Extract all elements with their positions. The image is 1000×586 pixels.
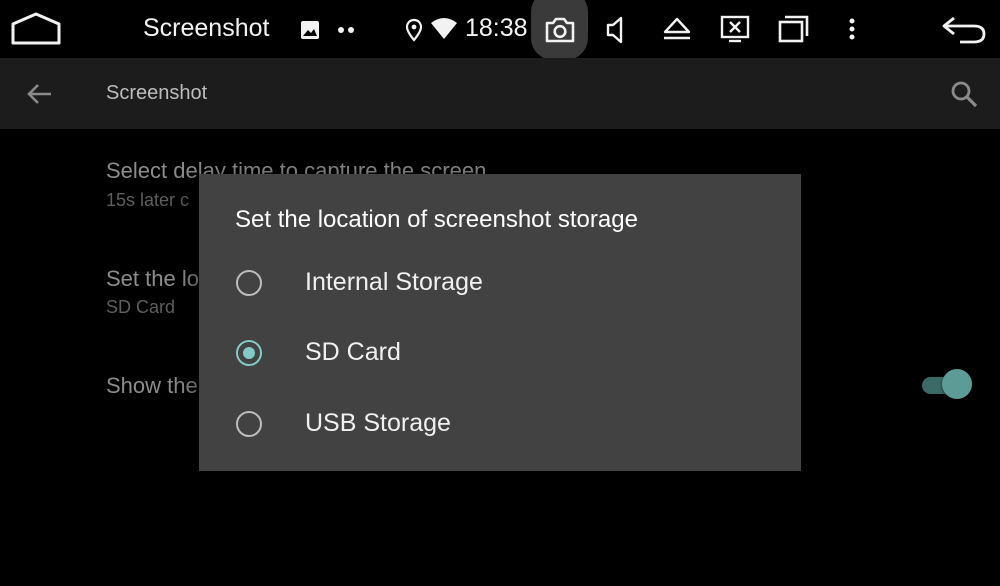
action-bar: Screenshot [0,58,1000,129]
switch-thumb [942,369,972,399]
search-icon [951,81,978,108]
nav-back-button[interactable] [940,14,988,46]
pref-summary: SD Card [106,297,176,317]
back-nav-icon [942,16,986,44]
eject-button[interactable] [661,15,693,43]
home-button[interactable] [10,12,62,46]
up-button[interactable] [24,78,56,110]
dialog-title: Set the location of screenshot storage [235,206,638,233]
option-internal-storage[interactable]: Internal Storage [199,250,801,320]
status-app-title: Screenshot [143,14,270,42]
option-label: Internal Storage [305,268,483,296]
overflow-menu-button[interactable] [842,15,862,43]
radio-button[interactable] [236,411,262,437]
screenshot-button[interactable] [544,16,576,44]
page-title: Screenshot [106,82,208,104]
recent-apps-icon [778,15,809,43]
more-dots-icon [336,20,358,40]
screen-cancel-icon [720,15,750,43]
back-arrow-icon [27,84,51,104]
eject-icon [663,17,691,40]
option-label: SD Card [305,338,401,366]
pref-title: Set the lo [106,266,199,291]
image-icon [300,20,320,40]
camera-icon [545,17,575,43]
pref-summary: 15s later c [106,190,190,210]
pref-title: Show the [106,373,198,398]
recent-apps-button[interactable] [777,14,811,44]
option-usb-storage[interactable]: USB Storage [199,391,801,461]
overflow-menu-icon [849,18,855,40]
status-bar: Screenshot 18:38 [0,0,1000,60]
clock: 18:38 [465,14,528,42]
option-label: USB Storage [305,409,451,437]
volume-button[interactable] [604,14,630,46]
home-icon [11,12,61,45]
volume-icon [606,16,623,44]
radio-button[interactable] [236,270,262,296]
radio-dot [242,346,255,359]
location-icon [405,18,423,42]
radio-button-checked[interactable] [236,340,262,366]
search-button[interactable] [948,78,980,110]
option-sd-card[interactable]: SD Card [199,320,801,390]
wifi-icon [430,17,458,41]
show-toggle-switch[interactable] [920,369,972,401]
screen-cancel-button[interactable] [719,14,751,44]
storage-location-dialog: Set the location of screenshot storage I… [199,174,801,471]
